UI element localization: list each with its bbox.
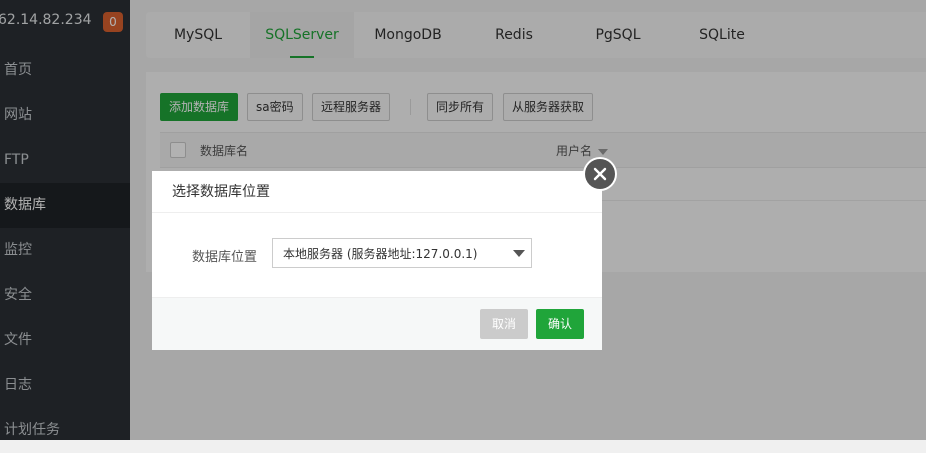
close-dialog-button[interactable] xyxy=(585,159,615,189)
db-location-select[interactable]: 本地服务器 (服务器地址:127.0.0.1) xyxy=(272,238,532,268)
confirm-button[interactable]: 确认 xyxy=(536,309,584,339)
db-location-label: 数据库位置 xyxy=(192,250,258,265)
select-db-location-dialog: 选择数据库位置 数据库位置 本地服务器 (服务器地址:127.0.0.1) 取消… xyxy=(152,171,602,350)
cancel-button[interactable]: 取消 xyxy=(480,309,528,339)
chevron-down-icon xyxy=(513,250,525,257)
db-location-value: 本地服务器 (服务器地址:127.0.0.1) xyxy=(283,247,478,261)
close-icon xyxy=(593,167,607,181)
dialog-title: 选择数据库位置 xyxy=(152,171,602,213)
dialog-footer: 取消 确认 xyxy=(152,297,602,350)
